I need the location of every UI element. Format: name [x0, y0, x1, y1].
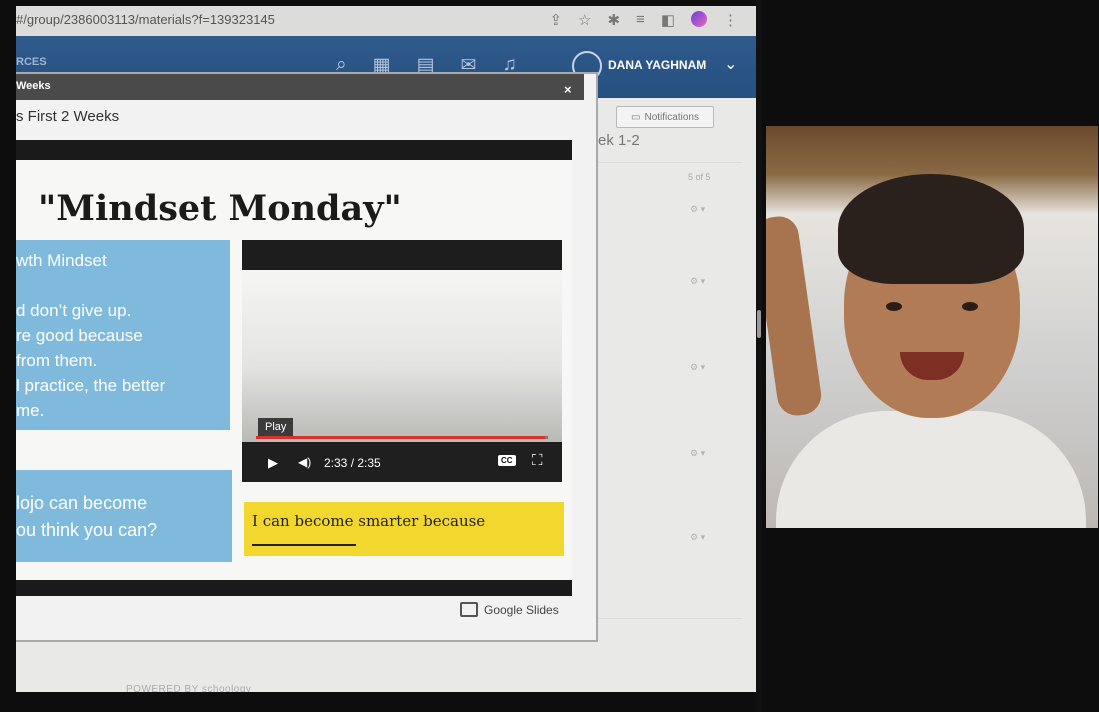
webcam-video-tile: [766, 126, 1098, 528]
box-text-line: wth Mindset: [16, 251, 107, 270]
divider: [582, 618, 742, 619]
box-text-line: lojo can become: [16, 493, 148, 513]
fullscreen-icon[interactable]: ⛶: [532, 452, 543, 469]
notification-icon: ▭: [631, 111, 641, 123]
google-slides-label: Google Slides: [484, 602, 559, 617]
more-icon[interactable]: ⋮: [723, 11, 738, 29]
participant-mouth: [900, 352, 964, 380]
answer-blank: [252, 544, 356, 546]
nav-brand[interactable]: RCES: [16, 56, 47, 68]
item-count: 5 of 5: [688, 172, 711, 182]
slides-embed[interactable]: "Mindset Monday" wth Mindset d don’t giv…: [16, 140, 572, 596]
profile-icon[interactable]: [691, 11, 707, 27]
captions-icon[interactable]: CC: [498, 455, 516, 466]
close-icon[interactable]: ×: [564, 82, 572, 97]
notifications-button[interactable]: ▭ Notifications: [616, 106, 714, 128]
browser-window: #/group/2386003113/materials?f=139323145…: [16, 6, 756, 692]
box-text-line: d don’t give up.: [16, 301, 132, 320]
row-settings-gear[interactable]: ⚙ ▾: [690, 532, 705, 543]
video-player[interactable]: Play ▶ ◀) 2:33 / 2:35 CC ⛶: [242, 240, 562, 482]
reading-list-icon[interactable]: ≡: [636, 11, 645, 29]
row-settings-gear[interactable]: ⚙ ▾: [690, 276, 705, 287]
video-frame[interactable]: [242, 270, 562, 442]
writing-prompt: I can become smarter because: [252, 512, 486, 530]
video-time: 2:33 / 2:35: [324, 456, 381, 470]
divider: [582, 162, 742, 163]
materials-panel: ▭ Notifications ek 1-2 5 of 5 ⚙ ▾ ⚙ ▾ ⚙ …: [582, 98, 756, 692]
browser-toolbar: #/group/2386003113/materials?f=139323145…: [16, 6, 756, 36]
video-progress-bar[interactable]: [256, 436, 548, 439]
volume-icon[interactable]: ◀): [298, 455, 311, 469]
slide-title: "Mindset Monday": [38, 188, 402, 229]
row-settings-gear[interactable]: ⚙ ▾: [690, 362, 705, 373]
user-name[interactable]: DANA YAGHNAM: [608, 58, 706, 72]
footer-logo: POWERED BY schoology: [126, 684, 252, 692]
participant-eye: [886, 302, 902, 311]
participant-hair: [838, 174, 1024, 284]
notifications-label: Notifications: [644, 111, 699, 123]
video-controls: ▶ ◀) 2:33 / 2:35 CC ⛶: [242, 444, 562, 482]
box-text-line: ou think you can?: [16, 520, 158, 540]
sidebar-icon[interactable]: ◧: [661, 11, 675, 29]
participant-eye: [962, 302, 978, 311]
participant-shirt: [776, 411, 1086, 528]
box-text-line: re good because: [16, 326, 143, 345]
folder-title: ek 1-2: [598, 132, 640, 149]
row-settings-gear[interactable]: ⚙ ▾: [690, 448, 705, 459]
box-text-line: from them.: [16, 351, 98, 370]
browser-toolbar-icons: ⇪ ☆ ✱ ≡ ◧ ⋮: [549, 11, 738, 29]
share-icon[interactable]: ⇪: [549, 11, 562, 29]
page-title: s First 2 Weeks: [16, 108, 120, 125]
google-slides-link[interactable]: Google Slides: [460, 602, 559, 617]
split-view-divider[interactable]: [756, 0, 762, 712]
split-view-handle[interactable]: [757, 310, 761, 338]
play-icon[interactable]: ▶: [268, 455, 278, 471]
row-settings-gear[interactable]: ⚙ ▾: [690, 204, 705, 215]
writing-prompt-box: I can become smarter because: [244, 502, 564, 556]
question-box: lojo can become ou think you can?: [16, 470, 232, 562]
video-progress-fill: [256, 436, 546, 439]
growth-mindset-box: wth Mindset d don’t give up. re good bec…: [16, 240, 230, 430]
box-text-line: me.: [16, 401, 45, 420]
play-tooltip: Play: [258, 418, 294, 436]
address-bar[interactable]: #/group/2386003113/materials?f=139323145: [16, 12, 275, 27]
participant-arm: [766, 213, 824, 419]
chevron-down-icon[interactable]: ⌄: [724, 54, 737, 74]
google-slides-icon: [460, 602, 478, 617]
extensions-icon[interactable]: ✱: [607, 11, 620, 29]
modal-title: Weeks: [16, 80, 51, 92]
box-text-line: l practice, the better: [16, 376, 166, 395]
modal-header: Weeks: [16, 74, 584, 100]
star-icon[interactable]: ☆: [578, 11, 591, 29]
material-modal: Weeks × s First 2 Weeks "Mindset Monday"…: [16, 72, 598, 642]
slide: "Mindset Monday" wth Mindset d don’t giv…: [16, 160, 572, 580]
